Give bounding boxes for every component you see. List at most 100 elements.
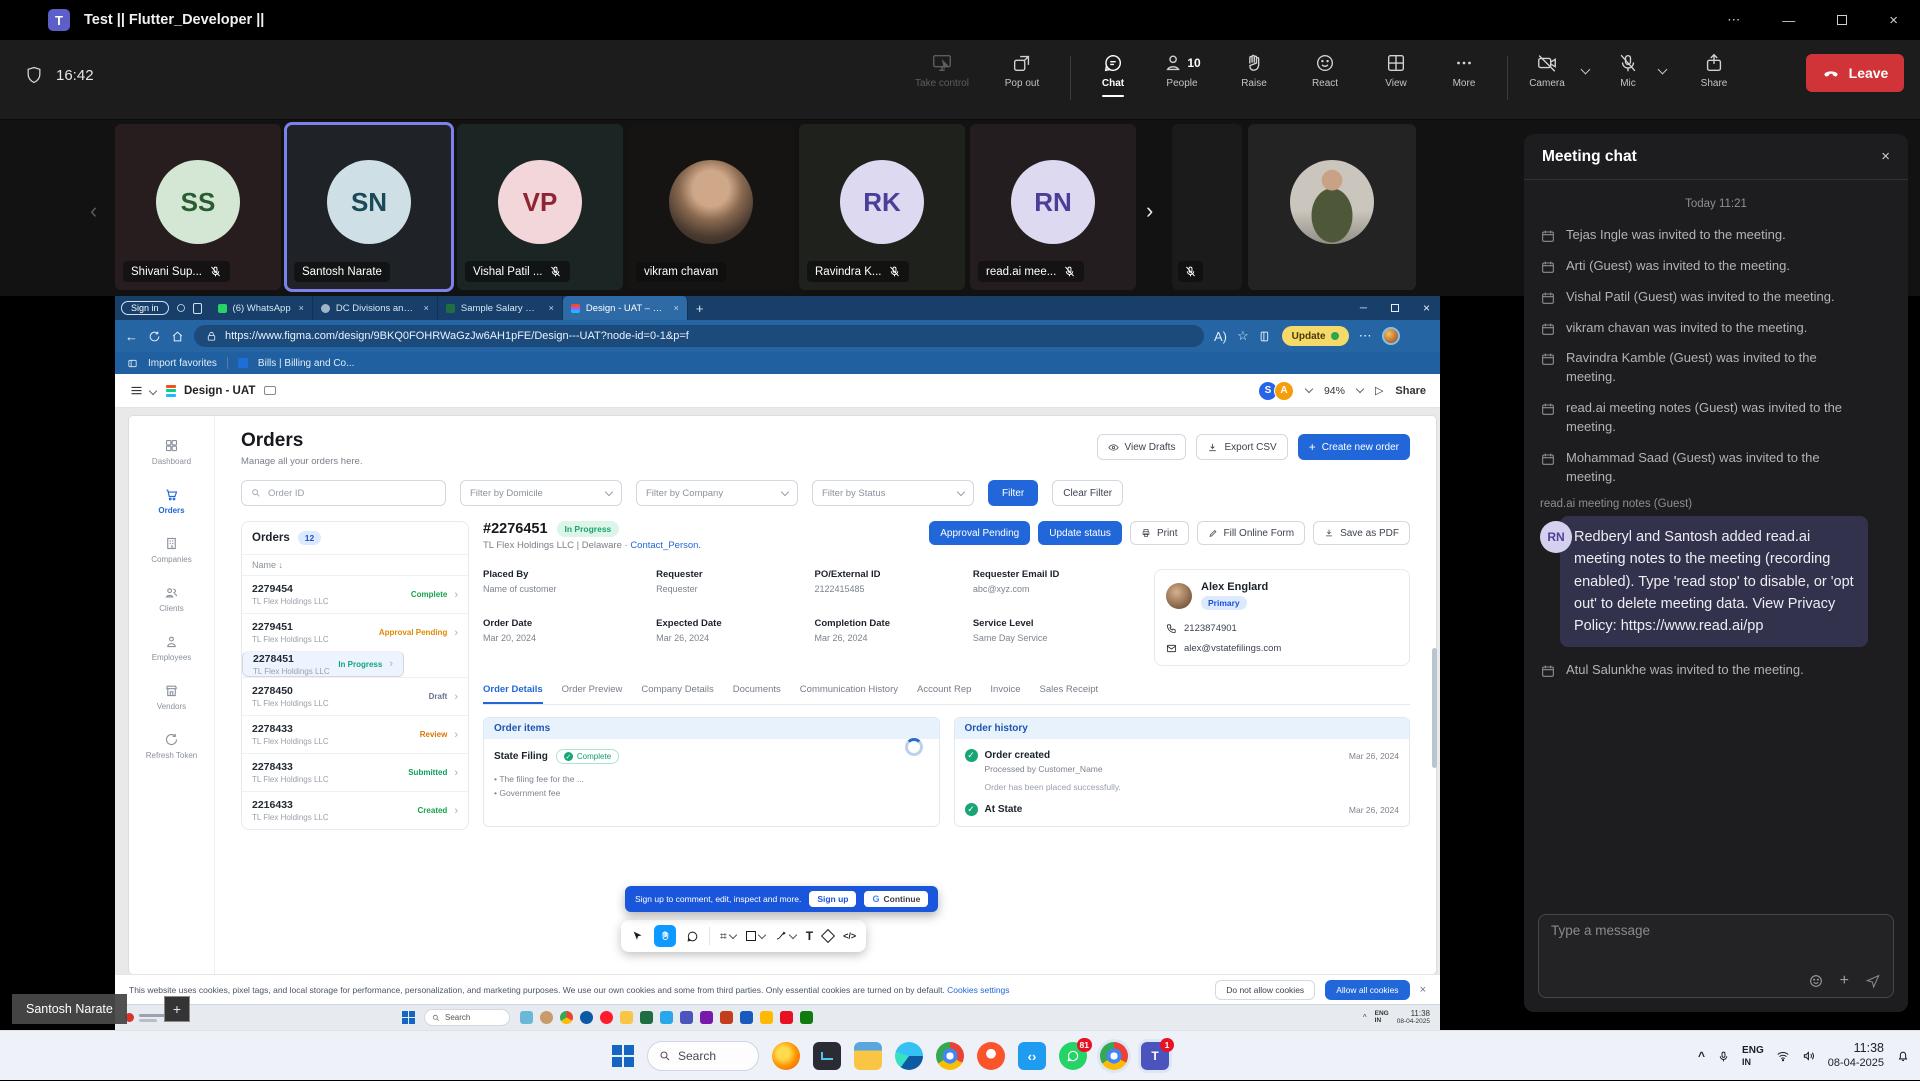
- scroll-right-icon[interactable]: ›: [1146, 198, 1153, 224]
- shared-search-box[interactable]: Search: [424, 1009, 510, 1026]
- language-indicator[interactable]: ENGIN: [1742, 1045, 1764, 1067]
- browser-minimize-icon[interactable]: ─: [1360, 303, 1367, 314]
- zoom-level[interactable]: 94%: [1324, 385, 1345, 397]
- order-id-input[interactable]: Order ID: [241, 480, 446, 506]
- tab-close-icon[interactable]: ×: [424, 303, 429, 313]
- refresh-icon[interactable]: [148, 330, 161, 343]
- allow-cookies-button[interactable]: Allow all cookies: [1325, 980, 1409, 1000]
- contact-phone[interactable]: 2123874901: [1184, 623, 1237, 634]
- participant-tile-partial[interactable]: [1172, 124, 1242, 290]
- tab-close-icon[interactable]: ×: [549, 303, 554, 313]
- mic-tray-icon[interactable]: [1717, 1050, 1730, 1063]
- browser-close-icon[interactable]: ×: [1423, 301, 1430, 315]
- pop-out-button[interactable]: Pop out: [984, 52, 1060, 89]
- taskbar-search-box[interactable]: Search: [647, 1041, 759, 1071]
- copilot-icon[interactable]: [175, 302, 187, 314]
- participant-tile[interactable]: VP Vishal Patil ...: [457, 124, 623, 290]
- participant-tile[interactable]: SS Shivani Sup...: [115, 124, 281, 290]
- filter-company-select[interactable]: Filter by Company: [636, 480, 798, 506]
- code-tool-icon[interactable]: </>: [843, 931, 856, 941]
- layout-icon[interactable]: [264, 386, 276, 395]
- comment-tool-icon[interactable]: [686, 930, 699, 943]
- chevron-down-icon[interactable]: [1305, 385, 1313, 393]
- tab-account-rep[interactable]: Account Rep: [917, 684, 971, 704]
- leave-button[interactable]: Leave: [1806, 54, 1904, 92]
- emoji-icon[interactable]: [1808, 973, 1824, 989]
- workspaces-icon[interactable]: [193, 303, 202, 314]
- window-more-icon[interactable]: ⋯: [1727, 12, 1740, 28]
- translate-icon[interactable]: A): [1214, 329, 1227, 344]
- browser-maximize-icon[interactable]: [1391, 304, 1399, 312]
- filter-status-select[interactable]: Filter by Status: [812, 480, 974, 506]
- clear-filter-button[interactable]: Clear Filter: [1052, 480, 1123, 506]
- back-icon[interactable]: ←: [125, 329, 138, 344]
- tab-close-icon[interactable]: ×: [674, 303, 679, 313]
- nav-vendors[interactable]: Vendors: [157, 683, 186, 711]
- connector-tool-icon[interactable]: [775, 930, 796, 942]
- hand-tool-icon-selected[interactable]: [654, 925, 676, 947]
- components-tool-icon[interactable]: [821, 929, 835, 943]
- browser-signin-button[interactable]: Sign in: [121, 301, 169, 315]
- update-status-button[interactable]: Update status: [1038, 521, 1122, 545]
- save-as-pdf-button[interactable]: Save as PDF: [1313, 521, 1410, 545]
- tab-invoice[interactable]: Invoice: [990, 684, 1020, 704]
- order-row[interactable]: 2279454TL Flex Holdings LLC Complete›: [242, 575, 468, 613]
- vscode-icon[interactable]: ‹›: [1018, 1042, 1046, 1070]
- text-tool-icon[interactable]: T: [806, 929, 813, 943]
- clock[interactable]: 11:38 08-04-2025: [1828, 1041, 1884, 1070]
- bookmark-item[interactable]: Import favorites: [148, 358, 217, 369]
- browser-tab-active[interactable]: Design - UAT – Figma ×: [563, 296, 688, 320]
- order-row[interactable]: 2216433TL Flex Holdings LLC Created›: [242, 791, 468, 829]
- create-order-button[interactable]: + Create new order: [1298, 434, 1410, 460]
- chat-message-input[interactable]: [1551, 923, 1881, 938]
- move-tool-icon[interactable]: [631, 930, 644, 943]
- cookie-settings-link[interactable]: Cookies settings: [947, 985, 1009, 995]
- window-close-icon[interactable]: ×: [1889, 12, 1898, 29]
- fill-online-form-button[interactable]: Fill Online Form: [1197, 521, 1306, 545]
- contact-person-link[interactable]: Contact_Person.: [630, 540, 701, 551]
- participant-tile[interactable]: [1248, 124, 1416, 290]
- participant-tile[interactable]: RK Ravindra K...: [799, 124, 965, 290]
- people-button[interactable]: 10 People: [1145, 52, 1219, 89]
- nav-refresh-token[interactable]: Refresh Token: [146, 732, 197, 760]
- tray-chevron-icon[interactable]: ^: [1363, 1013, 1367, 1022]
- chrome-profile-icon[interactable]: [1100, 1042, 1128, 1070]
- notification-bell-icon[interactable]: [1896, 1049, 1910, 1063]
- chat-close-icon[interactable]: ×: [1881, 148, 1890, 165]
- nav-dashboard[interactable]: Dashboard: [152, 438, 191, 466]
- address-bar[interactable]: https://www.figma.com/design/9BKQ0FOHRWa…: [194, 325, 1204, 347]
- window-minimize-icon[interactable]: —: [1782, 13, 1795, 28]
- figma-menu-icon[interactable]: [129, 383, 144, 398]
- collections-icon[interactable]: [1259, 330, 1272, 343]
- list-column-header[interactable]: Name ↓: [242, 554, 468, 575]
- window-maximize-icon[interactable]: [1837, 15, 1847, 25]
- chevron-down-icon[interactable]: [1356, 385, 1364, 393]
- participant-tile[interactable]: RN read.ai mee...: [970, 124, 1136, 290]
- attach-plus-icon[interactable]: +: [1840, 973, 1849, 989]
- new-tab-icon[interactable]: +: [696, 301, 704, 316]
- browser-tab[interactable]: DC Divisions and Surroundings ×: [313, 296, 438, 320]
- contact-email[interactable]: alex@vstatefilings.com: [1184, 643, 1281, 654]
- firefox-icon[interactable]: [772, 1042, 800, 1070]
- frame-tool-icon[interactable]: ⌗: [720, 929, 736, 944]
- figma-share-button[interactable]: Share: [1395, 385, 1426, 397]
- more-button[interactable]: More: [1431, 52, 1497, 89]
- cookie-close-icon[interactable]: ×: [1420, 984, 1426, 996]
- tab-order-preview[interactable]: Order Preview: [562, 684, 623, 704]
- nav-orders[interactable]: Orders: [158, 487, 184, 515]
- chat-button[interactable]: Chat: [1081, 52, 1145, 97]
- presenter-pin-button[interactable]: +: [164, 996, 190, 1022]
- favorites-star-icon[interactable]: ☆: [1237, 328, 1249, 344]
- mic-button[interactable]: Mic: [1603, 52, 1653, 89]
- approval-pending-button[interactable]: Approval Pending: [929, 521, 1030, 545]
- start-button[interactable]: [612, 1045, 634, 1067]
- tab-close-icon[interactable]: ×: [299, 303, 304, 313]
- tab-communication-history[interactable]: Communication History: [800, 684, 898, 704]
- hidden-icons-chevron[interactable]: ^: [1698, 1049, 1705, 1063]
- order-row-selected[interactable]: 2278451TL Flex Holdings LLC In Progress›: [242, 651, 404, 677]
- figma-doc-title[interactable]: Design - UAT: [184, 385, 255, 397]
- browser-update-button[interactable]: Update: [1282, 326, 1349, 346]
- browser-tab[interactable]: Sample Salary Structure with calc ×: [438, 296, 563, 320]
- browser-tab[interactable]: (6) WhatsApp ×: [210, 296, 313, 320]
- wifi-icon[interactable]: [1776, 1049, 1790, 1063]
